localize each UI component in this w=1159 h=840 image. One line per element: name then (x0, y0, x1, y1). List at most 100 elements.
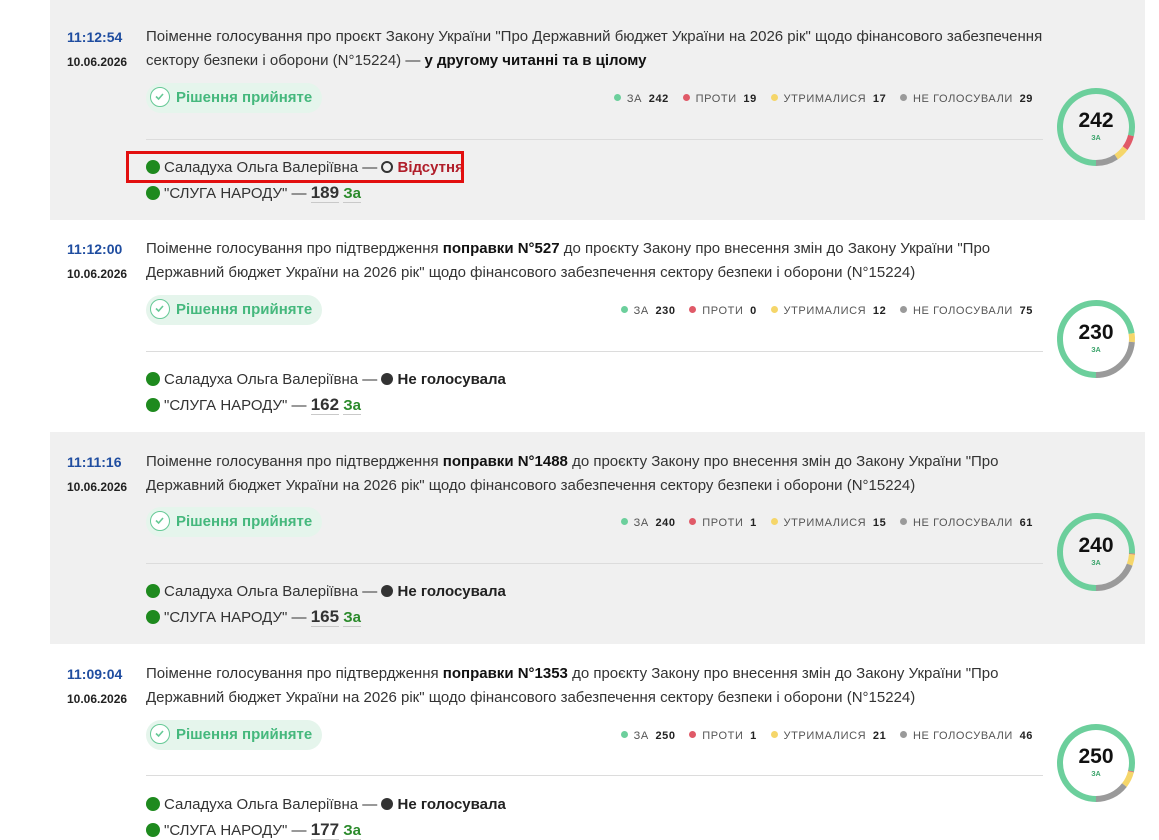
proty-count: 1 (750, 517, 757, 529)
deputy-name[interactable]: Саладуха Ольга Валеріївна (164, 583, 358, 600)
faction-vote: "СЛУГА НАРОДУ" — 177 За (146, 820, 361, 840)
faction-color-dot-icon (146, 584, 160, 598)
utrym-label: УТРИМАЛИСЯ (784, 93, 867, 105)
ring-number: 242 (1055, 109, 1137, 133)
proty-count: 0 (750, 305, 757, 317)
proty-count: 1 (750, 730, 757, 742)
faction-vote-label[interactable]: За (343, 609, 361, 627)
vote-item: 11:09:04 10.06.2026 Поіменне голосування… (50, 644, 1145, 826)
za-count: 242 (649, 93, 669, 105)
donut-segment-ne-holosuvaly (1096, 785, 1124, 799)
vote-stats: ЗА 242 ПРОТИ 19 УТРИМАЛИСЯ 17 НЕ ГОЛОСУВ… (604, 93, 1033, 105)
ne-count: 61 (1020, 517, 1033, 529)
filled-circle-icon (381, 373, 393, 385)
proty-label: ПРОТИ (696, 93, 737, 105)
decision-badge: Рішення прийняте (146, 507, 322, 537)
vote-date: 10.06.2026 (67, 692, 127, 706)
deputy-status: Не голосувала (397, 371, 505, 388)
vote-donut-chart: 240 ЗА (1055, 511, 1137, 593)
vote-donut-chart: 250 ЗА (1055, 722, 1137, 804)
faction-count[interactable]: 189 (311, 183, 339, 203)
za-count: 250 (655, 730, 675, 742)
deputy-name[interactable]: Саладуха Ольга Валеріївна (164, 796, 358, 813)
vote-title-text: Поіменне голосування про підтвердження (146, 240, 443, 257)
za-count: 240 (655, 517, 675, 529)
divider (146, 775, 1043, 776)
vote-title[interactable]: Поіменне голосування про підтвердження п… (146, 450, 1046, 498)
ne-dot-icon (900, 306, 907, 313)
vote-time[interactable]: 11:12:00 (67, 241, 122, 257)
ring-label: ЗА (1055, 135, 1137, 142)
vote-title-bold: поправки N°1488 (443, 453, 568, 470)
faction-color-dot-icon (146, 186, 160, 200)
vote-item: 11:11:16 10.06.2026 Поіменне голосування… (50, 432, 1145, 644)
faction-count[interactable]: 162 (311, 395, 339, 415)
check-icon (150, 87, 170, 107)
vote-time[interactable]: 11:11:16 (67, 454, 122, 470)
donut-segment-utrymalysia (1116, 148, 1125, 157)
vote-title-text: Поіменне голосування про підтвердження (146, 453, 443, 470)
faction-count[interactable]: 165 (311, 607, 339, 627)
proty-dot-icon (689, 518, 696, 525)
faction-color-dot-icon (146, 797, 160, 811)
faction-color-dot-icon (146, 372, 160, 386)
ring-number: 250 (1055, 745, 1137, 769)
vote-title[interactable]: Поіменне голосування про підтвердження п… (146, 237, 1046, 285)
vote-time[interactable]: 11:12:54 (67, 29, 122, 45)
vote-title-bold: у другому читанні та в цілому (425, 52, 647, 69)
vote-title[interactable]: Поіменне голосування про проєкт Закону У… (146, 25, 1046, 73)
deputy-name[interactable]: Саладуха Ольга Валеріївна (164, 371, 358, 388)
faction-name: "СЛУГА НАРОДУ" (164, 609, 287, 626)
ring-label: ЗА (1055, 560, 1137, 567)
za-label: ЗА (627, 93, 642, 105)
faction-vote-label[interactable]: За (343, 185, 361, 203)
ring-label: ЗА (1055, 771, 1137, 778)
vote-date: 10.06.2026 (67, 480, 127, 494)
vote-date: 10.06.2026 (67, 55, 127, 69)
utrym-count: 17 (873, 93, 886, 105)
faction-color-dot-icon (146, 823, 160, 837)
ne-label: НЕ ГОЛОСУВАЛИ (913, 93, 1013, 105)
vote-donut-chart: 230 ЗА (1055, 298, 1137, 380)
divider (146, 351, 1043, 352)
ne-label: НЕ ГОЛОСУВАЛИ (913, 305, 1013, 317)
divider (146, 139, 1043, 140)
filled-circle-icon (381, 585, 393, 597)
vote-item: 11:12:54 10.06.2026 Поіменне голосування… (50, 0, 1145, 220)
utrym-count: 21 (873, 730, 886, 742)
vote-item: 11:12:00 10.06.2026 Поіменне голосування… (50, 220, 1145, 432)
vote-title-bold: поправки N°527 (443, 240, 560, 257)
vote-title[interactable]: Поіменне голосування про підтвердження п… (146, 662, 1046, 710)
proty-dot-icon (689, 731, 696, 738)
vote-title-text: Поіменне голосування про підтвердження (146, 665, 443, 682)
proty-label: ПРОТИ (702, 517, 743, 529)
faction-count[interactable]: 177 (311, 820, 339, 840)
ne-dot-icon (900, 731, 907, 738)
faction-name: "СЛУГА НАРОДУ" (164, 185, 287, 202)
deputy-vote: Саладуха Ольга Валеріївна — Не голосувал… (146, 583, 506, 600)
vote-stats: ЗА 240 ПРОТИ 1 УТРИМАЛИСЯ 15 НЕ ГОЛОСУВА… (611, 517, 1033, 529)
decision-label: Рішення прийняте (176, 726, 312, 743)
za-dot-icon (621, 731, 628, 738)
ne-count: 75 (1020, 305, 1033, 317)
faction-vote-label[interactable]: За (343, 822, 361, 840)
vote-donut-chart: 242 ЗА (1055, 86, 1137, 168)
faction-vote: "СЛУГА НАРОДУ" — 189 За (146, 183, 361, 203)
decision-label: Рішення прийняте (176, 301, 312, 318)
donut-segment-ne-holosuvaly (1096, 565, 1130, 588)
decision-badge: Рішення прийняте (146, 83, 322, 113)
utrym-count: 12 (873, 305, 886, 317)
utrym-label: УТРИМАЛИСЯ (784, 517, 867, 529)
proty-dot-icon (683, 94, 690, 101)
proty-dot-icon (689, 306, 696, 313)
utrym-dot-icon (771, 94, 778, 101)
deputy-vote: Саладуха Ольга Валеріївна — Не голосувал… (146, 796, 506, 813)
deputy-status: Не голосувала (397, 796, 505, 813)
utrym-dot-icon (771, 306, 778, 313)
faction-name: "СЛУГА НАРОДУ" (164, 822, 287, 839)
vote-stats: ЗА 250 ПРОТИ 1 УТРИМАЛИСЯ 21 НЕ ГОЛОСУВА… (611, 730, 1033, 742)
decision-badge: Рішення прийняте (146, 295, 322, 325)
vote-time[interactable]: 11:09:04 (67, 666, 122, 682)
faction-vote-label[interactable]: За (343, 397, 361, 415)
vote-title-bold: поправки N°1353 (443, 665, 568, 682)
